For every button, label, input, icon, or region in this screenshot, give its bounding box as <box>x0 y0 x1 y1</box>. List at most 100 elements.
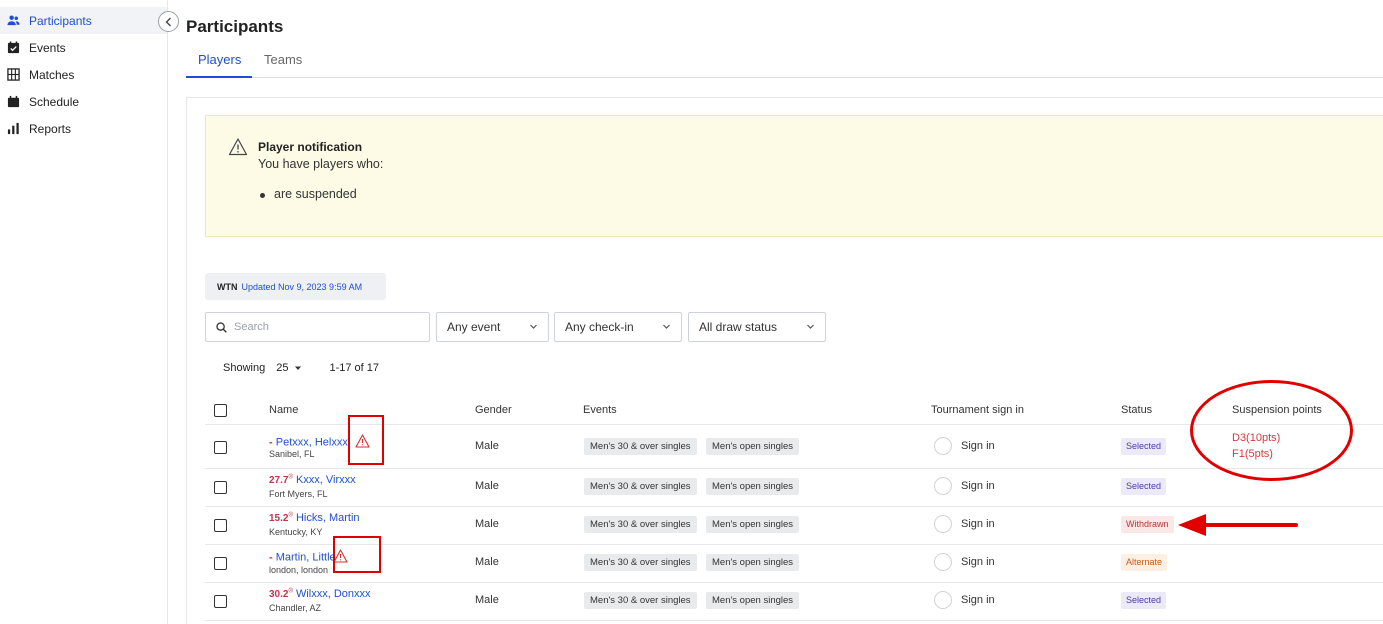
player-name-link[interactable]: Martin, Little <box>276 551 336 563</box>
column-header-events[interactable]: Events <box>583 404 617 416</box>
status-badge: Selected <box>1121 438 1167 455</box>
sidebar-item-events[interactable]: Events <box>0 34 167 61</box>
player-rating: - <box>269 551 273 564</box>
checkin-filter-select[interactable]: Any check-in <box>554 312 682 342</box>
grid-icon <box>6 68 20 82</box>
sign-in-toggle[interactable]: Sign in <box>934 591 995 609</box>
event-badge: Men's open singles <box>706 554 800 571</box>
sign-in-label: Sign in <box>961 594 995 606</box>
sign-in-radio <box>934 591 952 609</box>
sign-in-label: Sign in <box>961 480 995 492</box>
sign-in-label: Sign in <box>961 518 995 530</box>
event-badge: Men's 30 & over singles <box>584 592 697 609</box>
sign-in-toggle[interactable]: Sign in <box>934 553 995 571</box>
table-row: - Martin, Little london, london Male Men… <box>205 545 1383 583</box>
event-badge: Men's open singles <box>706 438 800 455</box>
table-row: 27.7® Kxxx, Virxxx Fort Myers, FL Male M… <box>205 469 1383 507</box>
sign-in-toggle[interactable]: Sign in <box>934 437 995 455</box>
sign-in-radio <box>934 515 952 533</box>
player-gender: Male <box>475 594 499 606</box>
event-badge: Men's 30 & over singles <box>584 478 697 495</box>
event-badge: Men's open singles <box>706 592 800 609</box>
event-badge: Men's 30 & over singles <box>584 516 697 533</box>
player-name-link[interactable]: Kxxx, Virxxx <box>296 474 356 486</box>
event-filter-select[interactable]: Any event <box>436 312 549 342</box>
player-location: Sanibel, FL <box>269 449 315 459</box>
sidebar: Participants Events Matches Schedule Rep… <box>0 0 168 624</box>
search-box <box>205 312 430 342</box>
row-checkbox[interactable] <box>214 557 227 570</box>
row-checkbox[interactable] <box>214 441 227 454</box>
wtn-status: WTN Updated Nov 9, 2023 9:59 AM <box>205 273 386 300</box>
player-rating: - <box>269 436 273 449</box>
pagination-info: Showing 25 1-17 of 17 <box>223 362 379 374</box>
tab-players[interactable]: Players <box>198 52 241 67</box>
sign-in-toggle[interactable]: Sign in <box>934 477 995 495</box>
notification-text: You have players who: <box>258 157 384 171</box>
player-name-link[interactable]: Hicks, Martin <box>296 512 360 524</box>
result-range: 1-17 of 17 <box>329 362 379 374</box>
sign-in-radio <box>934 477 952 495</box>
collapse-sidebar-button[interactable] <box>158 11 179 32</box>
sign-in-radio <box>934 553 952 571</box>
caret-down-icon <box>295 366 302 370</box>
row-checkbox[interactable] <box>214 519 227 532</box>
player-gender: Male <box>475 556 499 568</box>
row-checkbox[interactable] <box>214 481 227 494</box>
chevron-down-icon <box>663 324 670 329</box>
column-header-name[interactable]: Name <box>269 404 298 416</box>
select-all-checkbox[interactable] <box>214 404 227 417</box>
notification-bullet: are suspended <box>260 187 357 201</box>
sidebar-item-reports[interactable]: Reports <box>0 115 167 142</box>
tab-teams[interactable]: Teams <box>264 52 302 67</box>
showing-label: Showing <box>223 362 266 374</box>
column-header-gender[interactable]: Gender <box>475 404 512 416</box>
column-header-signin[interactable]: Tournament sign in <box>931 404 1024 416</box>
player-gender: Male <box>475 518 499 530</box>
player-location: Fort Myers, FL <box>269 489 328 499</box>
chevron-left-icon <box>165 17 171 26</box>
page-size-select[interactable]: 25 <box>276 362 303 374</box>
event-filter-value: Any event <box>447 320 501 334</box>
users-icon <box>6 14 20 28</box>
player-location: london, london <box>269 565 329 575</box>
sidebar-item-matches[interactable]: Matches <box>0 61 167 88</box>
event-badge: Men's 30 & over singles <box>584 438 697 455</box>
search-icon <box>216 321 227 333</box>
draw-status-filter-value: All draw status <box>699 320 778 334</box>
draw-status-filter-select[interactable]: All draw status <box>688 312 826 342</box>
status-badge: Withdrawn <box>1121 516 1174 533</box>
status-badge: Selected <box>1121 592 1167 609</box>
page-size-value: 25 <box>276 362 289 374</box>
sidebar-item-participants[interactable]: Participants <box>0 7 167 34</box>
sidebar-item-label: Events <box>29 40 66 55</box>
sidebar-item-label: Reports <box>29 121 72 136</box>
player-name-link[interactable]: Petxxx, Helxxx <box>276 436 348 448</box>
column-header-status[interactable]: Status <box>1121 404 1152 416</box>
chevron-down-icon <box>530 324 537 329</box>
calendar-icon <box>6 95 20 109</box>
player-rating: 15.2® <box>269 512 293 524</box>
player-gender: Male <box>475 440 499 452</box>
sign-in-radio <box>934 437 952 455</box>
player-name-line: 15.2® Hicks, Martin <box>269 512 360 524</box>
sign-in-toggle[interactable]: Sign in <box>934 515 995 533</box>
search-input[interactable] <box>234 321 414 333</box>
sign-in-label: Sign in <box>961 556 995 568</box>
sidebar-item-schedule[interactable]: Schedule <box>0 88 167 115</box>
tab-bar: Players Teams <box>186 48 1383 78</box>
wtn-updated: Updated Nov 9, 2023 9:59 AM <box>241 281 363 292</box>
annotation-arrow-icon <box>1178 514 1298 536</box>
player-name-link[interactable]: Wilxxx, Donxxx <box>296 588 371 600</box>
event-badge: Men's open singles <box>706 478 800 495</box>
sidebar-item-label: Matches <box>29 67 75 82</box>
annotation-highlight-box <box>333 536 381 573</box>
event-badge: Men's 30 & over singles <box>584 554 697 571</box>
status-badge: Alternate <box>1121 554 1168 571</box>
event-badge: Men's open singles <box>706 516 800 533</box>
player-rating: 27.7® <box>269 474 293 486</box>
chevron-down-icon <box>807 324 814 329</box>
calendar-check-icon <box>6 41 20 55</box>
row-checkbox[interactable] <box>214 595 227 608</box>
page-title: Participants <box>186 17 284 36</box>
